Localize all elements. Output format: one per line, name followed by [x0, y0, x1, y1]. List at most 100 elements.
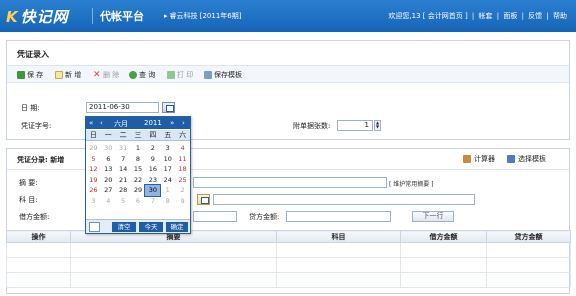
- attachments-stepper[interactable]: ▲ ▼: [374, 120, 381, 131]
- calendar-month[interactable]: 六月: [114, 119, 128, 129]
- print-button[interactable]: 打 印: [167, 70, 193, 80]
- next-year-icon[interactable]: »: [170, 119, 174, 127]
- save-button[interactable]: 保 存: [17, 70, 43, 80]
- calendar-day[interactable]: 10: [160, 154, 175, 165]
- nav-divider: |: [496, 12, 500, 20]
- attachments-input[interactable]: 1: [337, 120, 373, 131]
- company-selector[interactable]: ▸ 睿云科技 [2011年6期]: [164, 11, 241, 21]
- calendar-day[interactable]: 23: [145, 175, 160, 186]
- calendar-day[interactable]: 2: [145, 143, 160, 154]
- calendar-day[interactable]: 12: [86, 164, 101, 175]
- calendar-day[interactable]: 29: [131, 185, 146, 196]
- calendar-day[interactable]: 18: [175, 164, 190, 175]
- calendar-icon[interactable]: [162, 102, 175, 113]
- print-icon: [167, 71, 175, 79]
- date-input[interactable]: 2011-06-30: [86, 102, 159, 113]
- calendar-year[interactable]: 2011: [144, 119, 162, 127]
- calendar-input-icon[interactable]: [89, 222, 100, 232]
- delete-button[interactable]: ✕ 删 除: [93, 70, 119, 80]
- calendar-day[interactable]: 22: [131, 175, 146, 186]
- calendar-day[interactable]: 4: [101, 196, 116, 207]
- calendar-day[interactable]: 16: [145, 164, 160, 175]
- nav-books[interactable]: 帐套: [479, 12, 493, 20]
- maintain-summary-link[interactable]: [ 维护常用摘要 ]: [389, 179, 434, 188]
- today-button[interactable]: 今天: [139, 222, 163, 232]
- calendar-day[interactable]: 26: [86, 185, 101, 196]
- calendar-day[interactable]: 28: [116, 185, 131, 196]
- toolbar: 保 存 新 增 ✕ 删 除 查 询 打 印 保存模板: [7, 65, 569, 83]
- calendar-day[interactable]: 30: [144, 184, 162, 197]
- table-row: [6, 242, 571, 258]
- calendar-day[interactable]: 9: [145, 154, 160, 165]
- debit-input[interactable]: [193, 211, 237, 222]
- weekday-label: 五: [164, 131, 172, 139]
- calculator-icon: [463, 155, 471, 163]
- account-picker-icon[interactable]: [197, 194, 210, 205]
- company-name: 睿云科技 [2011年6期]: [169, 12, 242, 20]
- calendar-day[interactable]: 20: [101, 175, 116, 186]
- debit-label: 借方金额:: [19, 213, 50, 221]
- logo[interactable]: K 快记网: [6, 6, 69, 27]
- calendar-day[interactable]: 25: [175, 175, 190, 186]
- ok-button[interactable]: 确定: [166, 222, 188, 232]
- calendar-day[interactable]: 2: [175, 185, 190, 196]
- calendar-day[interactable]: 6: [101, 154, 116, 165]
- welcome-link[interactable]: 欢迎您,13 [ 会计网首页 ]: [388, 12, 467, 20]
- calendar-day[interactable]: 4: [175, 143, 190, 154]
- calendar-day[interactable]: 5: [86, 154, 101, 165]
- prev-year-icon[interactable]: «: [89, 119, 93, 127]
- calendar-day[interactable]: 24: [160, 175, 175, 186]
- calendar-day[interactable]: 7: [145, 196, 160, 207]
- nav-divider: |: [471, 12, 475, 20]
- nav-panel[interactable]: 面板: [503, 12, 517, 20]
- platform-title: 代帐平台: [100, 10, 144, 23]
- calendar-day[interactable]: 14: [116, 164, 131, 175]
- calendar-day[interactable]: 1: [160, 185, 175, 196]
- new-doc-icon: [55, 71, 63, 79]
- calculator-button[interactable]: 计算器: [463, 154, 495, 164]
- summary-input[interactable]: [193, 177, 387, 188]
- nav-help[interactable]: 帮助: [553, 12, 567, 20]
- calendar-day[interactable]: 29: [86, 143, 101, 154]
- calendar-day[interactable]: 17: [160, 164, 175, 175]
- clear-button[interactable]: 清空: [112, 222, 136, 232]
- prev-month-icon[interactable]: ‹: [100, 119, 103, 127]
- nav-feedback[interactable]: 反馈: [528, 12, 542, 20]
- calendar-day[interactable]: 5: [116, 196, 131, 207]
- summary-label: 摘 要:: [19, 179, 38, 187]
- calendar-day[interactable]: 3: [160, 143, 175, 154]
- calendar-day[interactable]: 7: [116, 154, 131, 165]
- calendar-day[interactable]: 1: [131, 143, 146, 154]
- calendar-day[interactable]: 15: [131, 164, 146, 175]
- calendar-day[interactable]: 13: [101, 164, 116, 175]
- save-icon: [17, 71, 25, 79]
- calendar-day[interactable]: 21: [116, 175, 131, 186]
- credit-input[interactable]: [286, 211, 391, 222]
- next-month-icon[interactable]: ›: [182, 119, 185, 127]
- calendar-day[interactable]: 11: [175, 154, 190, 165]
- calendar-day[interactable]: 8: [160, 196, 175, 207]
- calendar-day[interactable]: 19: [86, 175, 101, 186]
- add-button[interactable]: 新 增: [55, 70, 81, 80]
- calendar-day[interactable]: 31: [116, 143, 131, 154]
- date-label: 日 期:: [21, 104, 40, 112]
- weekday-label: 一: [104, 131, 112, 139]
- calendar-day[interactable]: 8: [131, 154, 146, 165]
- weekday-label: 三: [134, 131, 142, 139]
- date-picker-popup: « ‹ 六月 2011 » › 日一二三四五六 29 30 31 1 2 3 4 5 6 7 8 9 1…: [85, 116, 191, 234]
- next-row-button[interactable]: 下一行: [412, 211, 454, 222]
- arrow-down-icon: ▸: [164, 12, 168, 20]
- calendar-day[interactable]: 3: [86, 196, 101, 207]
- select-template-button[interactable]: 选择模板: [507, 154, 546, 164]
- calendar-day[interactable]: 30: [101, 143, 116, 154]
- calendar-day[interactable]: 6: [131, 196, 146, 207]
- table-row: [6, 257, 571, 273]
- logo-mark: K: [6, 8, 19, 26]
- col-header-action: 操作: [6, 230, 71, 243]
- save-template-button[interactable]: 保存模板: [204, 70, 242, 80]
- query-button[interactable]: 查 询: [129, 70, 155, 80]
- calendar-day[interactable]: 9: [175, 196, 190, 207]
- calendar-day[interactable]: 27: [101, 185, 116, 196]
- weekday-label: 四: [149, 131, 157, 139]
- account-input[interactable]: [213, 194, 475, 205]
